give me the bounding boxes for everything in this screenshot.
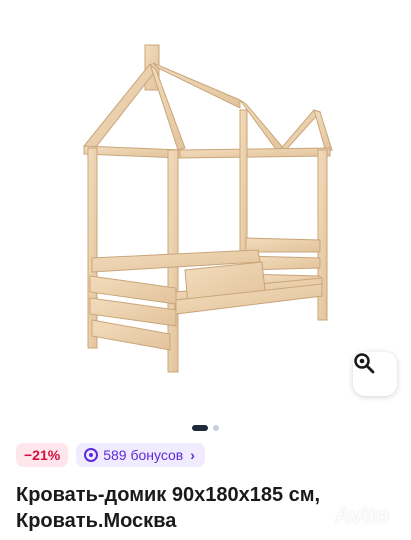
product-image-gallery[interactable] (0, 0, 411, 410)
product-photo (83, 44, 333, 373)
bonus-coin-icon (84, 448, 99, 462)
image-search-button[interactable] (353, 352, 397, 396)
avito-watermark: Avito (334, 503, 389, 528)
badges-row: −21% 589 бонусов › (16, 443, 205, 467)
bonus-label: 589 бонусов (103, 447, 184, 463)
magnifier-icon (354, 353, 375, 374)
pagination-dot[interactable] (213, 425, 219, 431)
discount-badge: −21% (16, 443, 69, 467)
chevron-right-icon: › (190, 447, 195, 463)
gallery-pagination (0, 423, 411, 433)
bonus-badge[interactable]: 589 бонусов › (76, 443, 205, 467)
pagination-dot-active[interactable] (192, 425, 208, 431)
